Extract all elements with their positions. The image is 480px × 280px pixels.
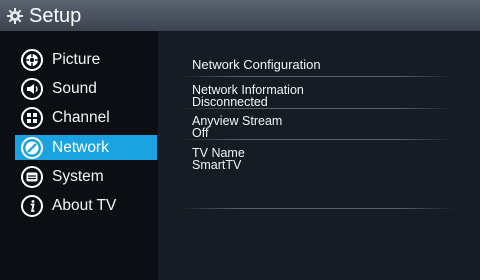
page-title: Setup — [29, 5, 82, 27]
tv-name-item[interactable]: TV Name SmartTV — [192, 147, 245, 172]
network-settings-panel: Network Configuration Network Informatio… — [158, 31, 480, 280]
sidebar-menu: Picture Sound Channel Network System Abo… — [0, 31, 158, 280]
divider — [180, 108, 456, 109]
sidebar-item-system[interactable]: System — [15, 164, 157, 189]
network-configuration-item[interactable]: Network Configuration — [192, 57, 321, 72]
network-icon — [21, 136, 43, 159]
anyview-stream-value: Off — [192, 126, 209, 140]
sidebar-item-label: Sound — [52, 79, 97, 97]
sidebar-item-label: System — [52, 167, 104, 185]
info-icon — [21, 194, 43, 217]
sidebar-item-sound[interactable]: Sound — [15, 76, 157, 101]
sidebar-item-label: Network — [52, 138, 109, 156]
header-bar: Setup — [0, 0, 480, 31]
sound-icon — [21, 77, 43, 100]
sidebar-item-network[interactable]: Network — [15, 135, 157, 160]
anyview-stream-item[interactable]: Anyview Stream Off — [192, 115, 282, 140]
tv-setup-screen: Setup Picture Sound Channel Network Syst… — [0, 0, 480, 280]
sidebar-item-label: Picture — [52, 50, 101, 68]
network-information-item[interactable]: Network Information Disconnected — [192, 84, 304, 109]
gear-icon — [7, 8, 23, 24]
network-information-value: Disconnected — [192, 95, 268, 109]
system-icon — [21, 165, 43, 188]
tv-name-value: SmartTV — [192, 158, 242, 172]
sidebar-item-about-tv[interactable]: About TV — [15, 193, 157, 218]
channel-icon — [21, 106, 43, 129]
picture-icon — [21, 48, 43, 71]
sidebar-item-picture[interactable]: Picture — [15, 47, 157, 72]
divider — [180, 76, 456, 77]
divider — [180, 139, 456, 140]
divider — [180, 208, 456, 209]
sidebar-item-label: Channel — [52, 108, 110, 126]
sidebar-item-label: About TV — [52, 196, 117, 214]
sidebar-item-channel[interactable]: Channel — [15, 105, 157, 130]
